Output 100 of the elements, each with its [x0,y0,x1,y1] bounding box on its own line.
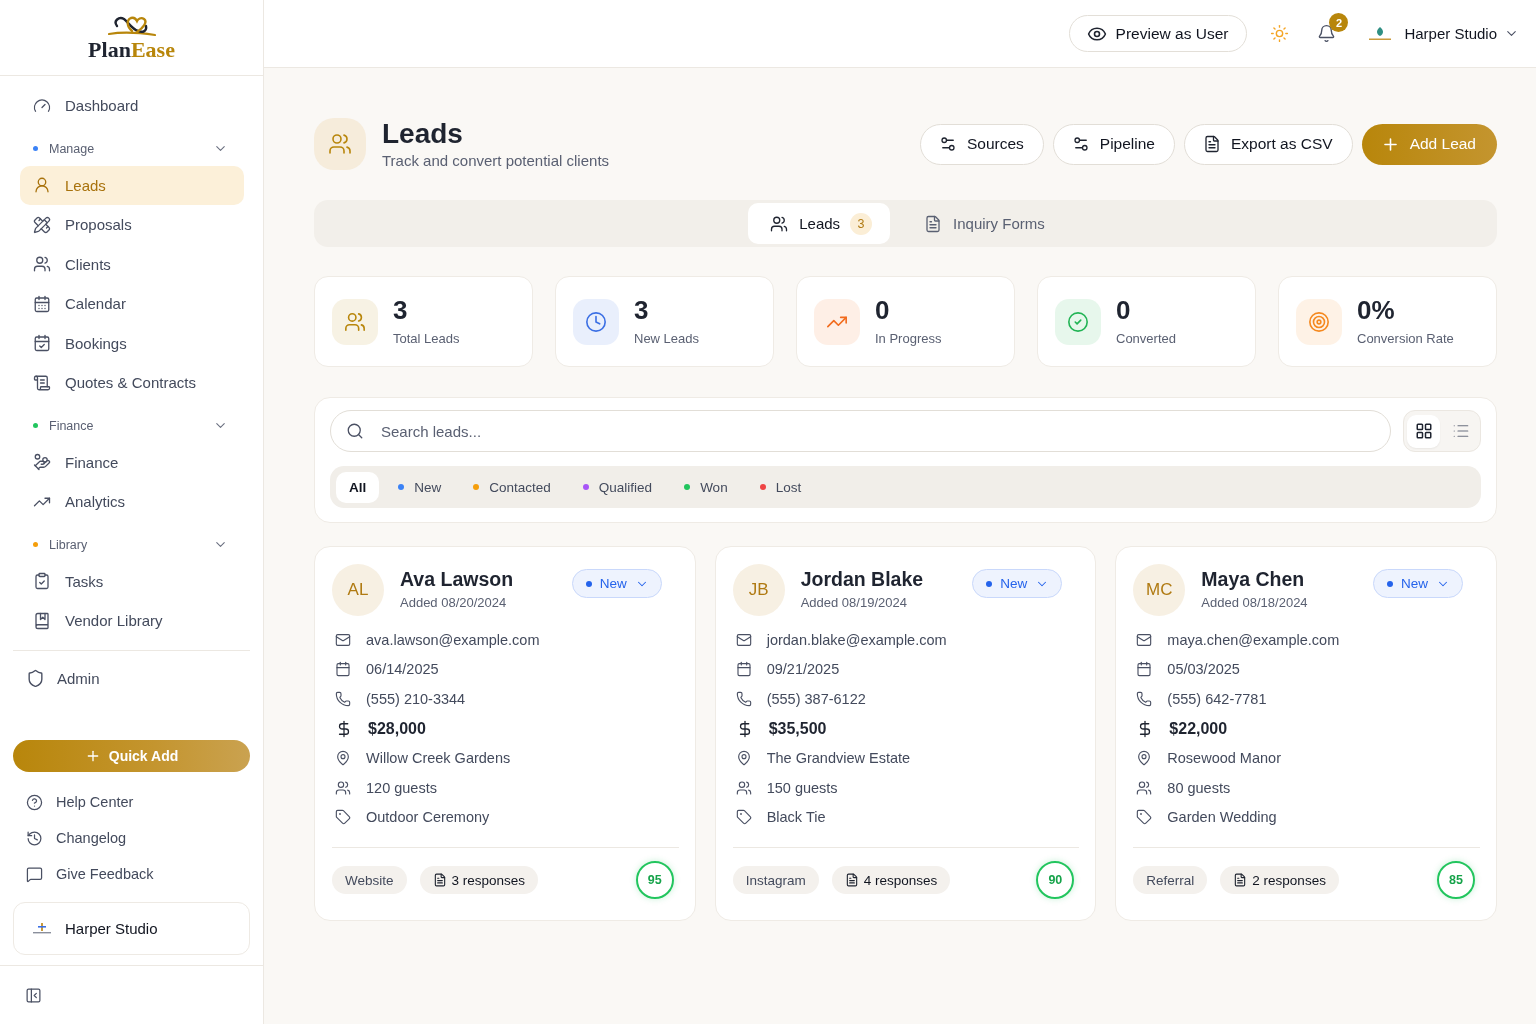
responses-button[interactable]: 3 responses [419,866,539,895]
phone-number: (555) 210-3344 [366,691,466,707]
calendar-icon [335,661,351,678]
status-dropdown[interactable]: New [972,569,1063,598]
status-filter[interactable]: Contacted [460,471,564,503]
book-icon [33,611,51,630]
action-button[interactable]: Sources [919,123,1044,165]
nav-section-header[interactable]: Library [20,521,244,562]
phone-number: (555) 387-6122 [766,691,866,707]
nav-item[interactable]: Calendar [20,284,244,324]
people-icon [314,118,366,170]
responses-button[interactable]: 4 responses [831,866,951,895]
stat-value: 3 [393,297,409,323]
nav-item[interactable]: Dashboard [20,86,244,126]
grid-view-button[interactable] [1407,414,1440,448]
status-dropdown[interactable]: New [571,569,662,598]
status-filter[interactable]: Won [671,471,741,503]
search-field[interactable]: Search leads... [330,410,1391,452]
event-date: 09/21/2025 [766,661,840,678]
stat-label: Converted [1116,331,1176,346]
action-button[interactable]: Export as CSV [1183,123,1353,165]
lead-name: Jordan Blake [800,569,924,591]
history-icon [26,829,43,847]
email-address: ava.lawson@example.com [366,631,540,648]
workspace-button[interactable]: Harper Studio [13,902,250,955]
collapse-sidebar-icon[interactable] [25,986,42,1004]
nav-item[interactable]: Analytics [20,482,244,522]
status-filter[interactable]: Qualified [569,471,666,503]
budget-amount: $28,000 [368,719,426,738]
stat-value: 0 [1116,297,1132,323]
account-button[interactable]: Harper Studio [1368,25,1519,42]
section-label: Finance [49,418,95,433]
added-date: Added 08/19/2024 [800,595,908,611]
nav-item[interactable]: Bookings [20,323,244,363]
stat-label: In Progress [875,331,942,346]
guest-count: 120 guests [366,779,437,796]
guest-count: 150 guests [766,779,838,796]
location-pin-icon [1136,750,1153,767]
page-subtitle: Track and convert potential clients [382,152,610,170]
notification-count: 2 [1329,13,1349,32]
nav-item[interactable]: Finance [20,442,244,482]
preview-button[interactable]: Preview as User [1068,15,1248,52]
tag-icon [735,809,752,826]
initials-avatar: JB [732,564,785,616]
venue-name: The Grandview Estate [766,750,911,767]
page-title: Leads [382,118,464,150]
event-date: 06/14/2025 [366,661,439,678]
people-icon [1136,779,1153,796]
chat-bubble-icon [26,865,43,883]
help-link[interactable]: Give Feedback [13,856,250,892]
added-date: Added 08/18/2024 [1201,595,1308,611]
mail-icon [1136,631,1153,648]
phone-icon [735,691,752,707]
tab[interactable]: Inquiry Forms [902,203,1063,244]
nav-item[interactable]: Quotes & Contracts [20,363,244,403]
document-icon [924,214,943,233]
tag-icon [335,809,351,826]
shield-icon [26,668,45,688]
section-label: Manage [49,141,96,156]
responses-button[interactable]: 2 responses [1220,866,1339,895]
bell-icon[interactable] [1317,24,1337,43]
nav-item[interactable]: Tasks [20,561,244,601]
status-filter[interactable]: New [385,471,455,503]
nav-item[interactable]: Admin [13,658,250,698]
nav-item[interactable]: Leads [20,165,244,205]
lead-name: Maya Chen [1201,569,1306,591]
stat-label: New Leads [634,331,700,346]
nav-item[interactable]: Vendor Library [20,601,244,641]
document-icon [1233,873,1248,888]
stat-label: Conversion Rate [1357,331,1454,346]
tab[interactable]: Leads 3 [748,203,891,244]
help-link[interactable]: Help Center [13,784,250,820]
status-filter[interactable]: All [336,471,380,503]
action-button[interactable]: Pipeline [1052,123,1175,165]
stat-label: Total Leads [393,331,460,346]
document-icon [432,873,447,888]
nav-item[interactable]: Clients [20,244,244,284]
event-style: Outdoor Ceremony [366,809,490,826]
lead-score: 90 [1036,861,1075,900]
lead-source: Referral [1133,866,1208,895]
help-icon [26,793,43,811]
venue-name: Willow Creek Gardens [366,750,511,767]
status-filter[interactable]: Lost [746,471,815,503]
nav-section-header[interactable]: Manage [20,125,244,166]
budget-amount: $22,000 [1169,719,1228,738]
email-address: jordan.blake@example.com [766,631,947,648]
nav-item[interactable]: Proposals [20,205,244,245]
people-icon [770,214,789,233]
help-link[interactable]: Changelog [13,820,250,856]
calendar-icon [735,661,752,678]
added-date: Added 08/20/2024 [400,595,508,611]
studio-logo-icon [1368,25,1393,42]
status-dropdown[interactable]: New [1372,569,1463,598]
lead-score: 95 [635,861,674,900]
nav-section-header[interactable]: Finance [20,402,244,443]
brand-name: PlanEase [88,38,175,61]
document-icon [844,873,859,888]
grid-icon [1414,422,1433,440]
initials-avatar: MC [1133,564,1186,616]
people-icon [735,779,752,796]
